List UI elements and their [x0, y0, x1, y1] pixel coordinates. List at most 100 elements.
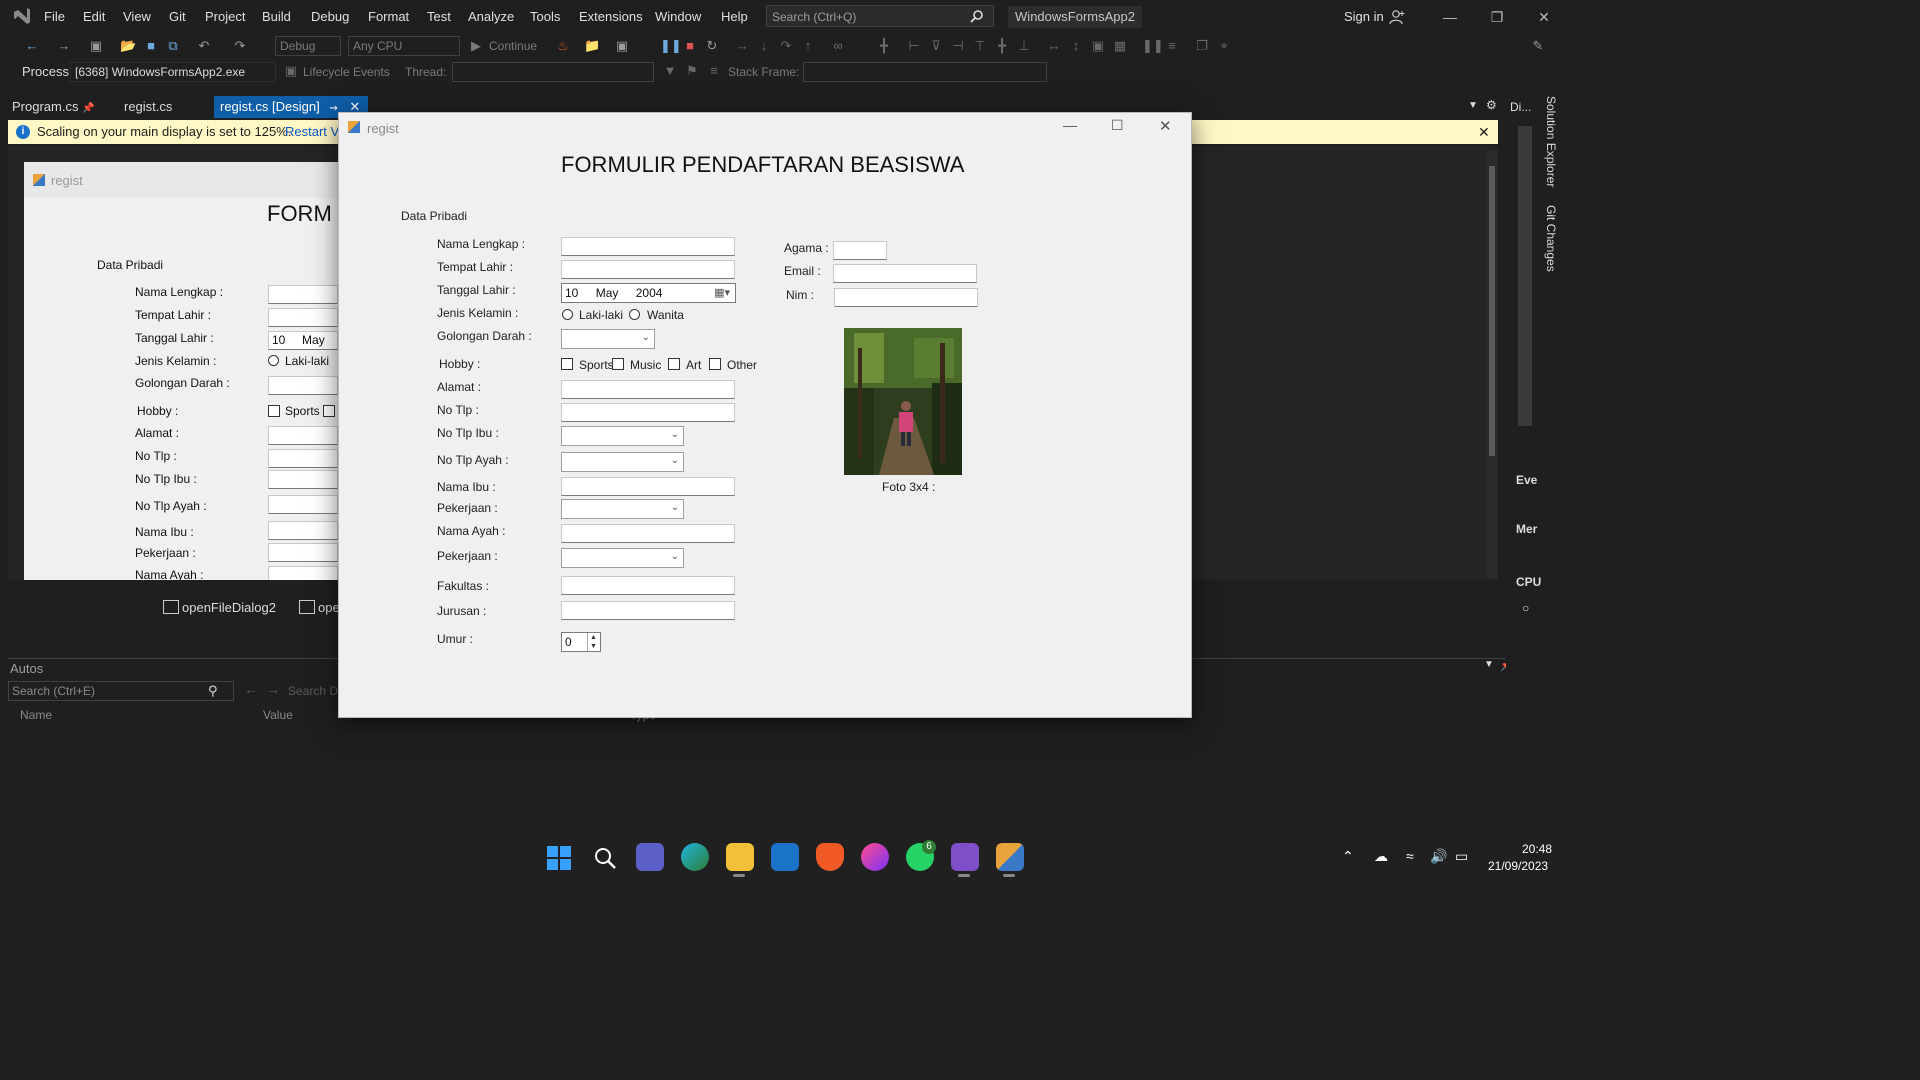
wps-icon[interactable]	[861, 843, 889, 871]
checkbox-music[interactable]	[612, 358, 624, 370]
menu-edit[interactable]: Edit	[83, 9, 105, 24]
config-dropdown[interactable]: Debug	[275, 36, 341, 56]
tab-list-dropdown-icon[interactable]: ▼	[1468, 100, 1478, 111]
menu-tools[interactable]: Tools	[530, 9, 560, 24]
form-close-button[interactable]: ✕	[1159, 117, 1172, 135]
tray-item-openfiledialog2[interactable]: openFileDialog2	[182, 600, 276, 615]
account-icon[interactable]	[1389, 9, 1405, 25]
wifi-icon[interactable]: ≈	[1406, 848, 1414, 864]
new-project-icon[interactable]: ▣	[88, 38, 104, 54]
step-over-icon[interactable]: ↷	[778, 38, 794, 54]
no-tlp-ayah-combo[interactable]: ⌄	[561, 452, 684, 472]
events-section[interactable]: Eve	[1516, 473, 1537, 487]
mail-icon[interactable]	[771, 843, 799, 871]
pin-icon[interactable]: 📌	[82, 103, 94, 114]
pause-icon[interactable]: ❚❚	[660, 38, 682, 54]
align-center-icon[interactable]: ⊽	[928, 38, 944, 54]
align-top-icon[interactable]: ⊤	[972, 38, 988, 54]
grid-icon[interactable]: ▦	[1112, 38, 1128, 54]
same-size-icon[interactable]: ▣	[1090, 38, 1106, 54]
pekerjaan-ibu-combo[interactable]: ⌄	[561, 499, 684, 519]
battery-icon[interactable]: ▭	[1455, 848, 1468, 865]
process-dropdown[interactable]: [6368] WindowsFormsApp2.exe	[70, 62, 276, 82]
thread-dropdown[interactable]	[452, 62, 654, 82]
align-right-icon[interactable]: ⊣	[950, 38, 966, 54]
vertical-spacing-icon[interactable]: ≡	[1164, 38, 1180, 54]
visual-studio-icon[interactable]	[951, 843, 979, 871]
bg-radio-male[interactable]	[268, 355, 279, 366]
spin-up-icon[interactable]: ▲	[587, 633, 599, 642]
menu-analyze[interactable]: Analyze	[468, 9, 514, 24]
restore-button[interactable]: ❐	[1481, 6, 1513, 28]
autos-search-input[interactable]: Search (Ctrl+E)	[8, 681, 234, 701]
no-tlp-ibu-combo[interactable]: ⌄	[561, 426, 684, 446]
column-header-name[interactable]: Name	[20, 708, 52, 722]
settings-gear-icon[interactable]: ⚙	[1486, 98, 1497, 112]
bg-combo[interactable]	[268, 495, 338, 514]
radio-laki-laki[interactable]	[562, 309, 573, 320]
show-hidden-icons-icon[interactable]: ⌃	[1342, 848, 1354, 865]
tab-regist-cs[interactable]: regist.cs	[118, 96, 178, 118]
clock-time[interactable]: 20:48	[1522, 842, 1552, 856]
form-titlebar[interactable]: regist — ☐ ✕	[339, 113, 1191, 143]
search-forward-icon[interactable]: →	[266, 681, 280, 697]
menu-git[interactable]: Git	[169, 9, 186, 24]
golongan-darah-combo[interactable]: ⌄	[561, 329, 655, 349]
search-back-icon[interactable]: ←	[244, 681, 258, 697]
pekerjaan-ayah-combo[interactable]: ⌄	[561, 548, 684, 568]
fakultas-input[interactable]	[561, 576, 735, 595]
stop-icon[interactable]: ■	[682, 38, 698, 54]
git-changes-tab[interactable]: Git Changes	[1544, 205, 1558, 272]
nama-ayah-input[interactable]	[561, 524, 735, 543]
brave-icon[interactable]	[816, 843, 844, 871]
spacing-icon[interactable]: ❚❚	[1142, 38, 1164, 54]
search-depth[interactable]: Search D	[288, 684, 338, 698]
align-middle-icon[interactable]: ╋	[994, 38, 1010, 54]
filter-icon[interactable]: ▼	[662, 63, 678, 79]
close-window-button[interactable]: ✕	[1528, 6, 1560, 28]
nim-input[interactable]	[834, 288, 978, 307]
bg-combo[interactable]	[268, 376, 338, 395]
clock-date[interactable]: 21/09/2023	[1488, 859, 1548, 873]
nama-ibu-input[interactable]	[561, 477, 735, 496]
step-out-icon[interactable]: ↑	[800, 38, 816, 54]
bg-date-picker[interactable]: 10 May	[268, 331, 338, 350]
same-height-icon[interactable]: ↕	[1068, 38, 1084, 54]
taskbar-search-icon[interactable]	[593, 846, 617, 870]
align-left-icon[interactable]: ⊢	[906, 38, 922, 54]
agama-input[interactable]	[833, 241, 887, 260]
hot-reload-icon[interactable]: ♨	[555, 38, 571, 54]
lifecycle-icon[interactable]: ▣	[283, 63, 299, 79]
menu-window[interactable]: Window	[655, 9, 701, 24]
record-icon[interactable]: ○	[1522, 601, 1529, 615]
call-stack-icon[interactable]: ≡	[706, 63, 722, 79]
no-tlp-input[interactable]	[561, 403, 735, 422]
same-width-icon[interactable]: ↔	[1046, 38, 1062, 54]
calendar-icon[interactable]: ▦▾	[714, 284, 730, 302]
menu-format[interactable]: Format	[368, 9, 409, 24]
pin-icon[interactable]: ⇝	[329, 103, 337, 114]
live-share-icon[interactable]: ✎	[1530, 38, 1546, 54]
align-bottom-icon[interactable]: ⊥	[1016, 38, 1032, 54]
redo-icon[interactable]: ↷	[232, 38, 248, 54]
platform-dropdown[interactable]: Any CPU	[348, 36, 460, 56]
umur-numeric-updown[interactable]: 0 ▲ ▼	[561, 632, 601, 652]
panel-dropdown-icon[interactable]: ▼	[1484, 659, 1494, 670]
designer-vertical-scrollbar[interactable]	[1486, 150, 1498, 578]
menu-file[interactable]: File	[44, 9, 65, 24]
stack-frame-dropdown[interactable]	[803, 62, 1047, 82]
menu-test[interactable]: Test	[427, 9, 451, 24]
cpu-section[interactable]: CPU	[1516, 575, 1541, 589]
menu-extensions[interactable]: Extensions	[579, 9, 643, 24]
open-file-icon[interactable]: 📂	[120, 38, 136, 54]
restart-icon[interactable]: ↻	[704, 38, 720, 54]
bg-textbox[interactable]	[268, 426, 338, 445]
memory-section[interactable]: Mer	[1516, 522, 1537, 536]
open-folder-icon[interactable]: 📁	[584, 38, 600, 54]
step-into-icon[interactable]: ↓	[756, 38, 772, 54]
column-header-value[interactable]: Value	[263, 708, 293, 722]
minimize-button[interactable]: —	[1434, 6, 1466, 28]
jurusan-input[interactable]	[561, 601, 735, 620]
bg-checkbox-sports[interactable]	[268, 405, 280, 417]
edge-icon[interactable]	[681, 843, 709, 871]
